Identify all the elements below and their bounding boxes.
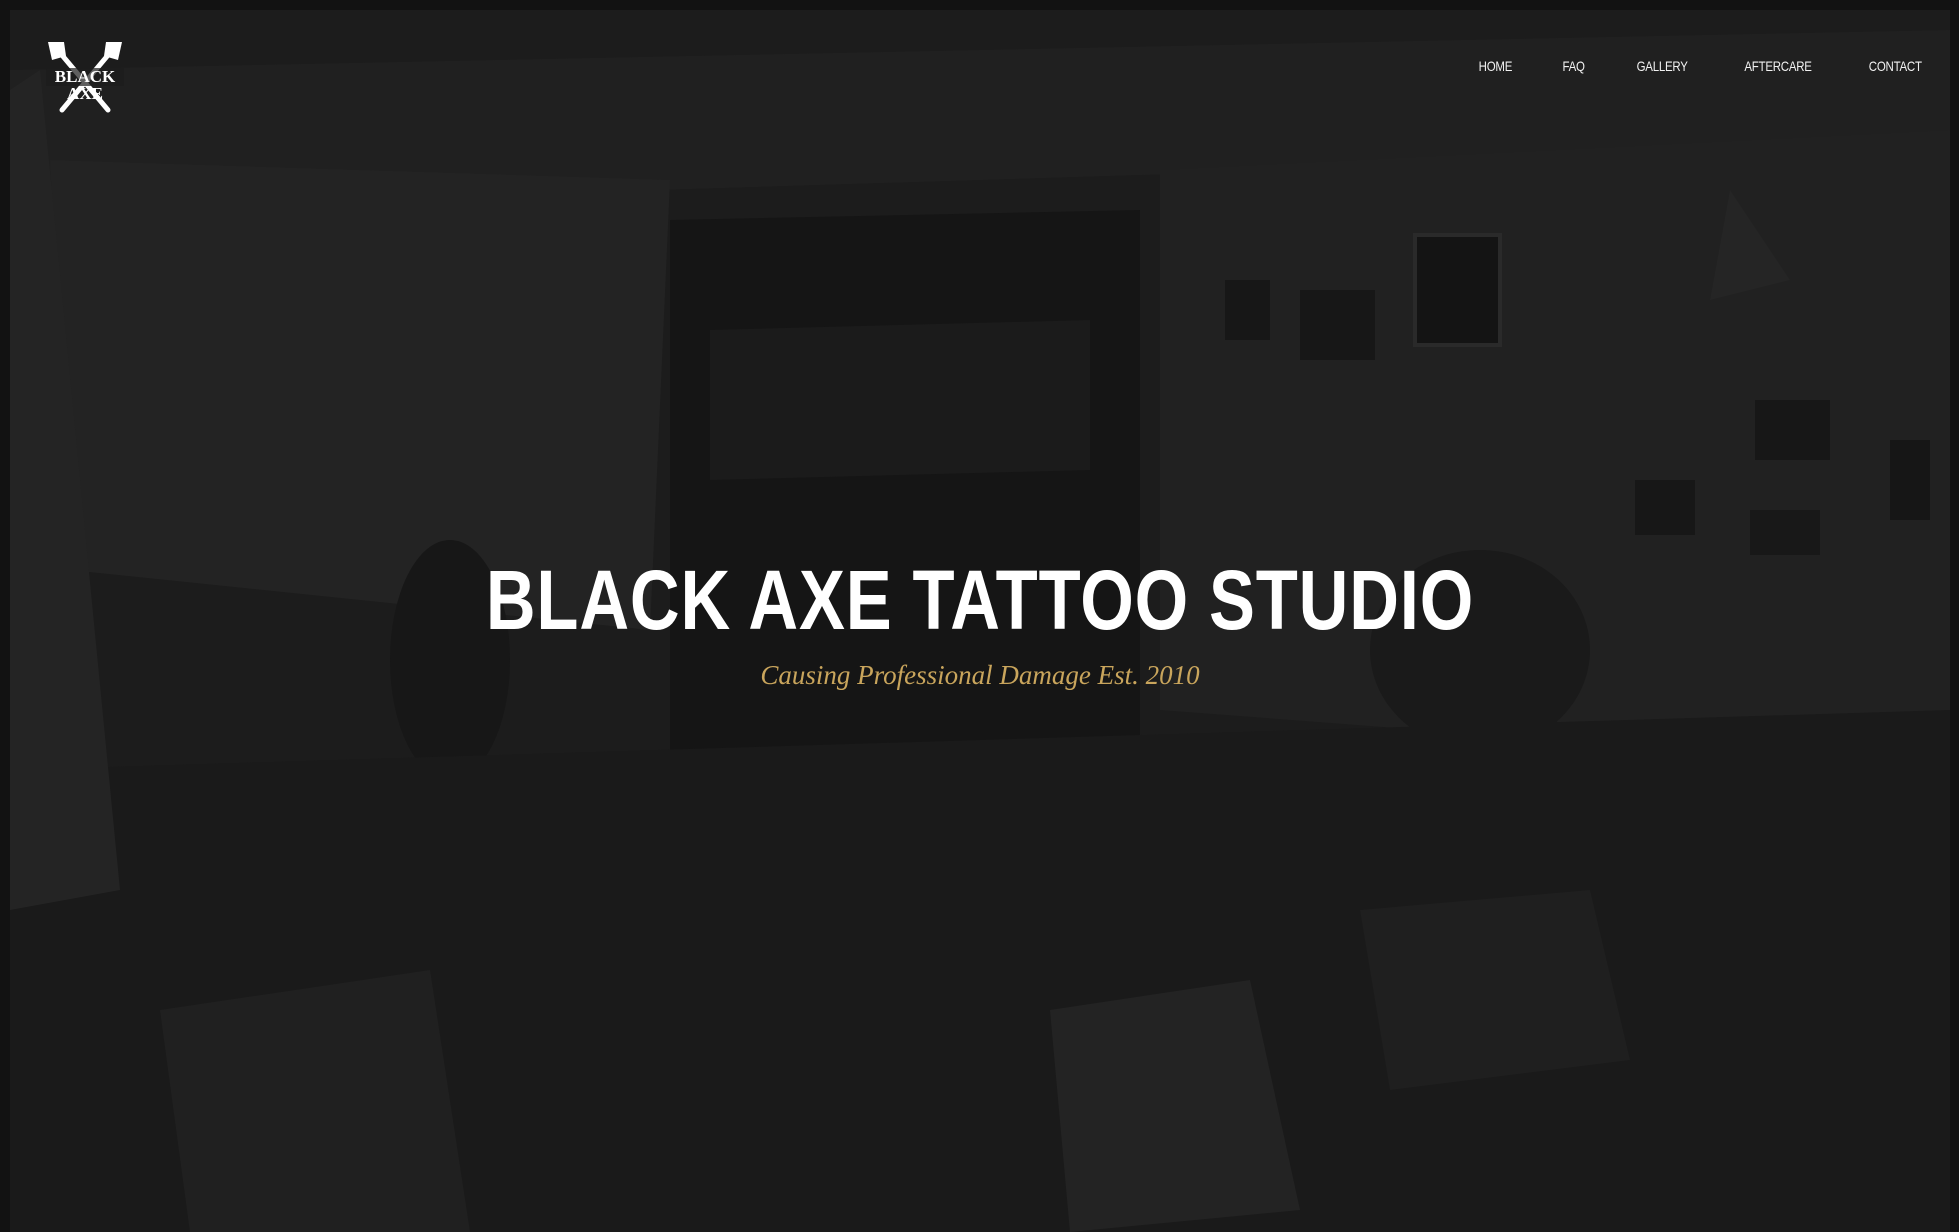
hero-section: BLACK AXE TATTOO STUDIO Causing Professi…	[10, 558, 1950, 691]
nav-item-aftercare[interactable]: AFTERCARE	[1745, 58, 1813, 74]
hero-subtitle: Causing Professional Damage Est. 2010	[760, 660, 1200, 690]
nav-item-gallery[interactable]: GALLERY	[1637, 58, 1688, 74]
logo-text-line2: AXE	[67, 84, 103, 103]
nav-item-faq[interactable]: FAQ	[1562, 58, 1584, 74]
nav-item-contact[interactable]: CONTACT	[1869, 58, 1922, 74]
hero-background: BLACK AXE HOME FAQ GALLERY AFTERCARE CON…	[10, 10, 1950, 1232]
crossed-axes-icon: BLACK AXE	[46, 42, 124, 113]
main-navigation: HOME FAQ GALLERY AFTERCARE CONTACT	[1475, 58, 1928, 74]
black-axe-logo[interactable]: BLACK AXE	[40, 38, 130, 118]
hero-title: BLACK AXE TATTOO STUDIO	[485, 553, 1475, 647]
nav-item-home[interactable]: HOME	[1479, 58, 1513, 74]
